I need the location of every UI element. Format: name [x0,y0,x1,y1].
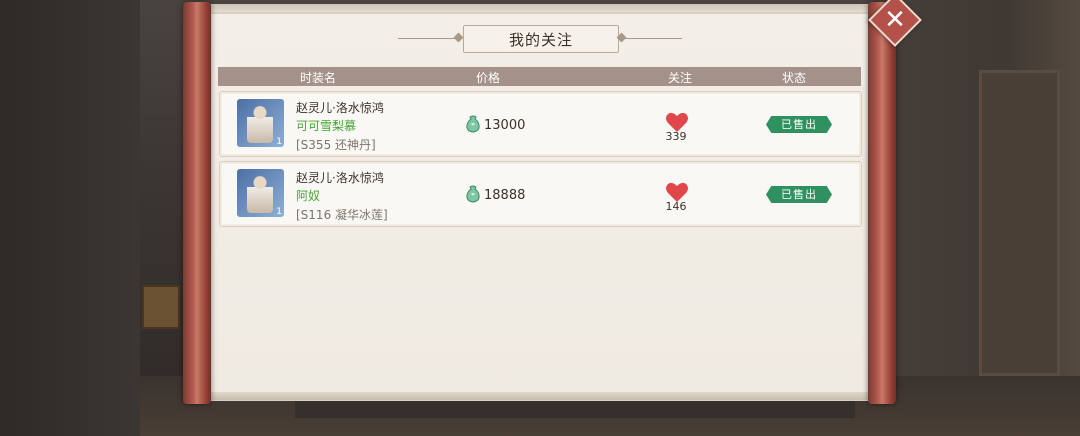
item-price: 13000 [484,118,526,133]
table-row[interactable]: 1 赵灵儿·洛水惊鸿 阿奴 [S116 凝华冰莲] 18888 146 已售出 [219,161,862,227]
status-badge: 已售出 [766,116,832,133]
like-count: 146 [665,200,687,213]
item-thumbnail[interactable]: 1 [237,169,284,217]
costume-figure-icon [247,105,273,143]
header-likes: 关注 [667,71,692,85]
title-ornament-left [398,38,458,39]
item-thumbnail[interactable]: 1 [237,99,284,147]
item-name: 赵灵儿·洛水惊鸿 [296,171,384,185]
seller-name: 阿奴 [296,189,321,203]
table-row[interactable]: 1 赵灵儿·洛水惊鸿 可可雪梨慕 [S355 还神丹] 13000 339 已售… [219,91,862,157]
seller-name: 可可雪梨慕 [296,119,357,133]
item-price: 18888 [484,188,526,203]
header-status: 状态 [781,71,806,85]
item-name: 赵灵儿·洛水惊鸿 [296,101,384,115]
item-quantity: 1 [276,137,282,147]
item-quantity: 1 [276,207,282,217]
background-room [890,0,1080,436]
header-price: 价格 [475,71,500,85]
table-header: 时装名 价格 关注 状态 [218,67,861,86]
dialog-title: 我的关注 [463,25,619,53]
server-label: [S355 还神丹] [296,138,376,152]
close-icon[interactable]: ✕ [876,1,914,39]
scroll-rod-left [183,2,211,404]
jade-currency-icon [466,115,480,133]
status-badge: 已售出 [766,186,832,203]
title-ornament-right [622,38,682,39]
header-item-name: 时装名 [299,71,336,85]
like-count: 339 [665,130,687,143]
background-sidebar [0,0,140,436]
server-label: [S116 凝华冰莲] [296,208,388,222]
costume-figure-icon [247,175,273,213]
jade-currency-icon [466,185,480,203]
scroll-rod-right [868,2,896,404]
background-bottom-bar [295,398,855,418]
background-chest-icon [142,285,180,329]
scroll-bottom-edge [205,392,871,400]
background-door [979,70,1060,376]
